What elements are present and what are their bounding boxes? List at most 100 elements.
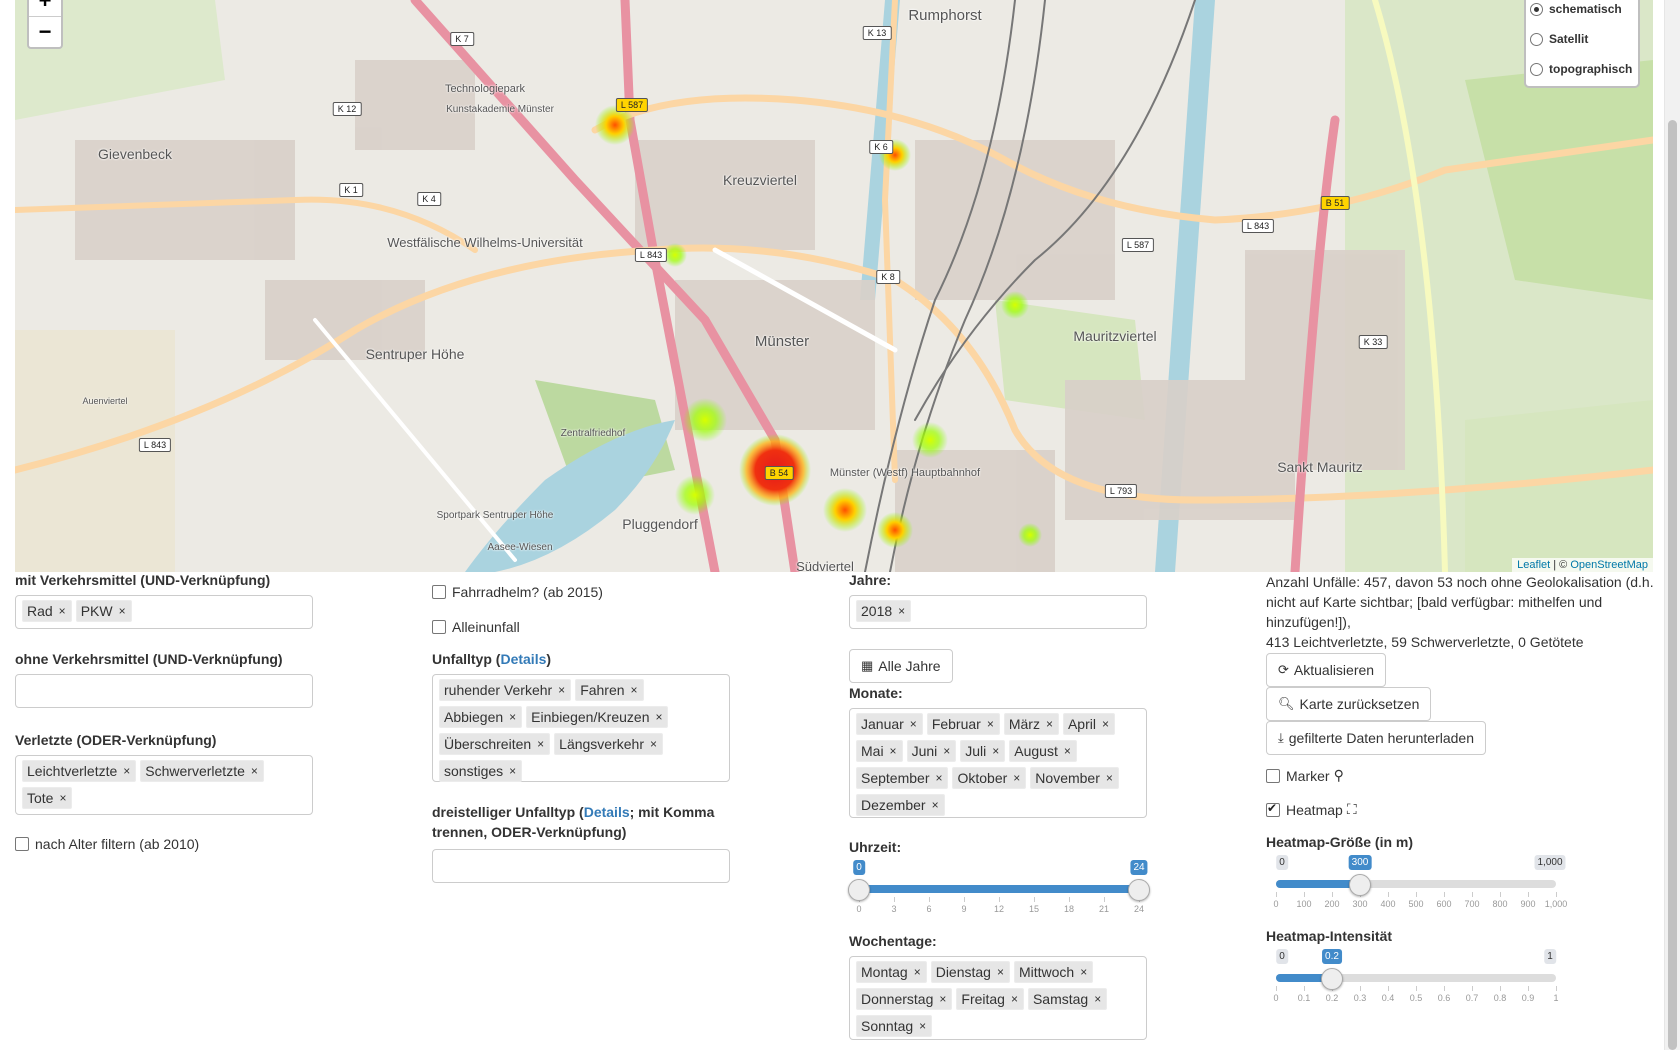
- remove-chip-icon[interactable]: ×: [1106, 768, 1113, 788]
- remove-chip-icon[interactable]: ×: [1094, 989, 1101, 1009]
- remove-chip-icon[interactable]: ×: [1046, 714, 1053, 734]
- remove-chip-icon[interactable]: ×: [1080, 962, 1087, 982]
- remove-chip-icon[interactable]: ×: [997, 962, 1004, 982]
- remove-chip-icon[interactable]: ×: [59, 788, 66, 808]
- single-accident-checkbox[interactable]: Alleinunfall: [432, 619, 762, 635]
- summary-column: Anzahl Unfälle: 457, davon 53 noch ohne …: [1266, 572, 1656, 1014]
- heatmap-intensity-label: Heatmap-Intensität: [1266, 928, 1393, 944]
- remove-chip-icon[interactable]: ×: [558, 680, 565, 700]
- without-transport-label: ohne Verkehrsmittel (UND-Verknüpfung): [15, 651, 283, 667]
- slider-tick-label: 0.7: [1465, 993, 1479, 1003]
- heatmap-checkbox[interactable]: Heatmap⛶: [1266, 801, 1656, 818]
- heatmap-size-slider[interactable]: 0 100 200 300 400 500 600 700 800 900 1,000 0 1,000 3…: [1266, 850, 1567, 920]
- three-digit-details-link[interactable]: Details: [584, 804, 630, 820]
- remove-chip-icon[interactable]: ×: [509, 761, 516, 781]
- search-icon: 🔍︎: [1278, 696, 1295, 711]
- months-select[interactable]: Januar × Februar × März × April × Mai × Juni × Juli ×…: [849, 708, 1147, 818]
- remove-chip-icon[interactable]: ×: [914, 962, 921, 982]
- time-filter-column: Jahre: 2018 × ▦ Alle Jahre Monate: Januar ×…: [848, 572, 1179, 1040]
- three-digit-type-label: dreistelliger Unfalltyp (Details; mit Ko…: [432, 804, 715, 840]
- time-slider[interactable]: 0 3 6 9 12 15 18 21 24 0 24: [848, 855, 1150, 925]
- slider-tick-label: 0.4: [1381, 993, 1395, 1003]
- slider-tick: [1388, 986, 1389, 991]
- radio-icon[interactable]: [1530, 2, 1543, 16]
- remove-chip-icon[interactable]: ×: [939, 989, 946, 1009]
- helmet-checkbox[interactable]: Fahrradhelm? (ab 2015): [432, 584, 762, 600]
- remove-chip-icon[interactable]: ×: [935, 768, 942, 788]
- with-transport-select[interactable]: Rad × PKW ×: [15, 595, 313, 629]
- remove-chip-icon[interactable]: ×: [987, 714, 994, 734]
- remove-chip-icon[interactable]: ×: [1102, 714, 1109, 734]
- remove-chip-icon[interactable]: ×: [655, 707, 662, 727]
- remove-chip-icon[interactable]: ×: [910, 714, 917, 734]
- slider-tick-label: 600: [1436, 899, 1452, 909]
- remove-chip-icon[interactable]: ×: [631, 680, 638, 700]
- heatmap-intensity-slider[interactable]: 0 0.1 0.2 0.3 0.4 0.5 0.6 0.7 0.8 0.9 1 0 1 0.2: [1266, 944, 1566, 1014]
- accident-type-details-link[interactable]: Details: [500, 651, 546, 667]
- remove-chip-icon[interactable]: ×: [1064, 741, 1071, 761]
- checkbox-icon[interactable]: [432, 620, 446, 634]
- remove-chip-icon[interactable]: ×: [537, 734, 544, 754]
- binoculars-icon: ⛶: [1346, 801, 1357, 817]
- remove-chip-icon[interactable]: ×: [992, 741, 999, 761]
- remove-chip-icon[interactable]: ×: [898, 601, 905, 621]
- selected-chip: 2018 ×: [856, 600, 912, 622]
- radio-icon[interactable]: [1530, 32, 1543, 46]
- age-filter-checkbox[interactable]: nach Alter filtern (ab 2010): [15, 836, 345, 852]
- slider-handle[interactable]: [1321, 968, 1343, 990]
- remove-chip-icon[interactable]: ×: [1011, 989, 1018, 1009]
- checkbox-icon[interactable]: [1266, 801, 1280, 817]
- slider-handle[interactable]: [1349, 874, 1371, 896]
- remove-chip-icon[interactable]: ×: [650, 734, 657, 754]
- slider-fill: [1276, 880, 1360, 888]
- remove-chip-icon[interactable]: ×: [119, 601, 126, 621]
- slider-handle-to[interactable]: [1128, 879, 1150, 901]
- scrollbar-thumb[interactable]: [1668, 120, 1677, 1050]
- radio-icon[interactable]: [1530, 62, 1543, 76]
- slider-tick: [1276, 986, 1277, 991]
- selected-chip: Schwerverletzte ×: [140, 760, 264, 782]
- checkbox-icon[interactable]: [432, 585, 446, 599]
- selected-chip: Dezember ×: [856, 794, 945, 816]
- page-scrollbar[interactable]: [1664, 0, 1680, 1050]
- remove-chip-icon[interactable]: ×: [919, 1016, 926, 1036]
- remove-chip-icon[interactable]: ×: [251, 761, 258, 781]
- years-select[interactable]: 2018 ×: [849, 595, 1147, 629]
- refresh-button[interactable]: ⟳ Aktualisieren: [1266, 653, 1387, 687]
- download-button[interactable]: ⤓ gefilterte Daten herunterladen: [1266, 721, 1486, 755]
- three-digit-type-input[interactable]: [432, 849, 730, 883]
- all-years-button[interactable]: ▦ Alle Jahre: [849, 649, 953, 683]
- selected-chip: August ×: [1009, 740, 1077, 762]
- marker-checkbox[interactable]: Marker ⚲: [1266, 767, 1656, 784]
- osm-link[interactable]: OpenStreetMap: [1570, 559, 1648, 571]
- layer-option-schematisch[interactable]: schematisch: [1526, 0, 1638, 24]
- remove-chip-icon[interactable]: ×: [890, 741, 897, 761]
- injured-select[interactable]: Leichtverletzte × Schwerverletzte × Tote ×: [15, 755, 313, 815]
- slider-handle-from[interactable]: [848, 879, 870, 901]
- reset-map-button[interactable]: 🔍︎ Karte zurücksetzen: [1266, 687, 1432, 721]
- remove-chip-icon[interactable]: ×: [1013, 768, 1020, 788]
- leaflet-link[interactable]: Leaflet: [1517, 559, 1550, 571]
- slider-tick: [1528, 892, 1529, 897]
- accident-map[interactable]: + − schematisch Satellit topographisch L…: [15, 0, 1653, 572]
- accident-type-label: Unfalltyp (Details): [432, 651, 552, 667]
- selected-chip: Längsverkehr ×: [554, 733, 663, 755]
- remove-chip-icon[interactable]: ×: [509, 707, 516, 727]
- without-transport-select[interactable]: [15, 674, 313, 708]
- layer-option-topographisch[interactable]: topographisch: [1526, 54, 1638, 84]
- accident-summary: Anzahl Unfälle: 457, davon 53 noch ohne …: [1266, 572, 1656, 652]
- zoom-in-button[interactable]: +: [29, 0, 61, 16]
- accident-type-select[interactable]: ruhender Verkehr × Fahren × Abbiegen × Einbieg…: [432, 674, 730, 782]
- time-label: Uhrzeit:: [849, 839, 902, 855]
- zoom-out-button[interactable]: −: [29, 16, 61, 47]
- remove-chip-icon[interactable]: ×: [932, 795, 939, 815]
- summary-count-text: Anzahl Unfälle: 457, davon 53 noch ohne …: [1266, 574, 1654, 630]
- layer-option-satellit[interactable]: Satellit: [1526, 24, 1638, 54]
- remove-chip-icon[interactable]: ×: [943, 741, 950, 761]
- remove-chip-icon[interactable]: ×: [123, 761, 130, 781]
- checkbox-icon[interactable]: [15, 837, 29, 851]
- remove-chip-icon[interactable]: ×: [59, 601, 66, 621]
- weekdays-select[interactable]: Montag × Dienstag × Mittwoch × Donnerstag × Frei…: [849, 956, 1147, 1040]
- selected-chip: Sonntag ×: [856, 1015, 933, 1037]
- checkbox-icon[interactable]: [1266, 768, 1280, 783]
